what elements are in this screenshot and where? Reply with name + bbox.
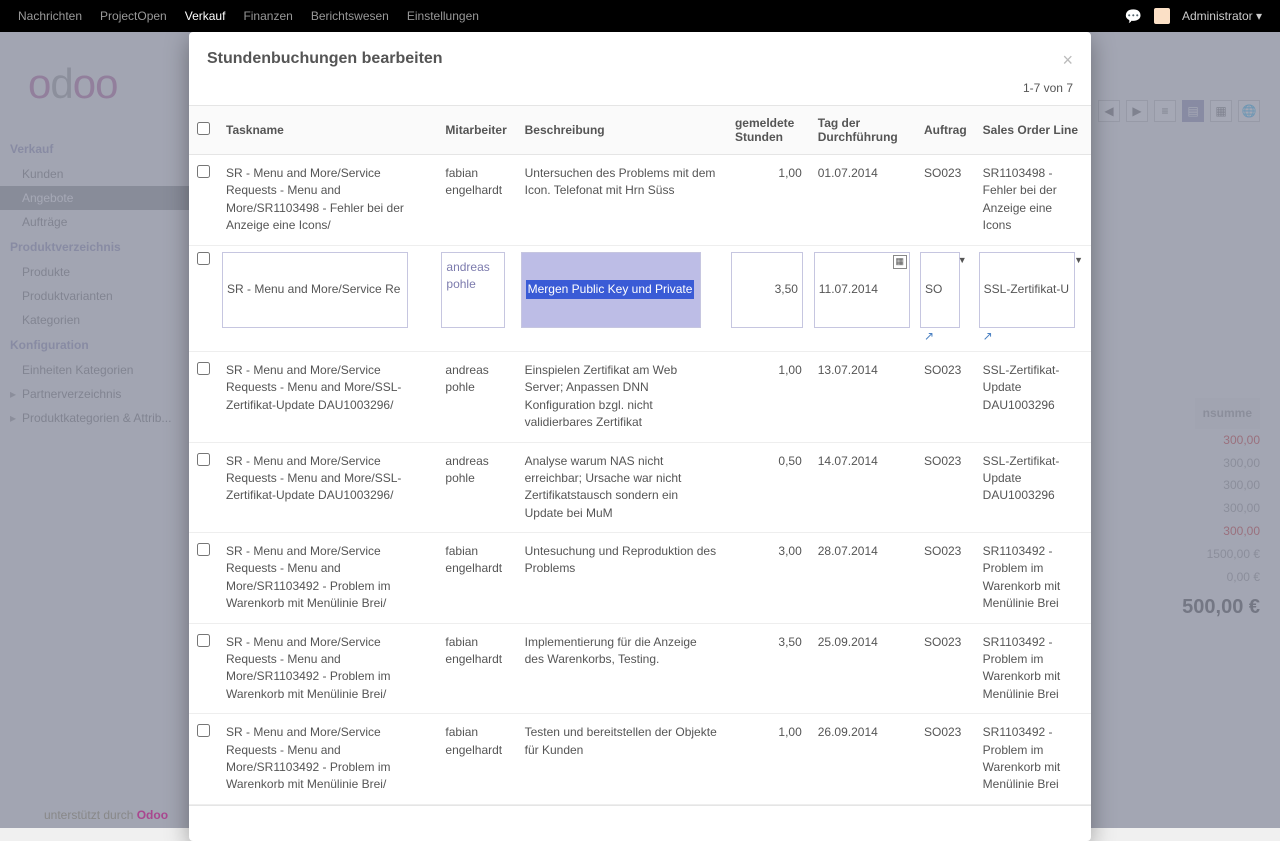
row-checkbox[interactable]: [197, 543, 210, 556]
task-input[interactable]: SR - Menu and More/Service Re: [222, 252, 408, 328]
cell-order-line: SR1103492 - Problem im Warenkorb mit Men…: [975, 714, 1091, 805]
chevron-down-icon[interactable]: ▼: [1074, 254, 1083, 267]
col-taskname[interactable]: Taskname: [218, 106, 437, 155]
header-checkbox[interactable]: [197, 122, 210, 135]
table-row[interactable]: SR - Menu and More/Service Requests - Me…: [189, 714, 1091, 805]
col-mitarbeiter[interactable]: Mitarbeiter: [437, 106, 516, 155]
col-auftrag[interactable]: Auftrag: [916, 106, 975, 155]
nav-verkauf[interactable]: Verkauf: [185, 9, 226, 23]
cell-date: 25.09.2014: [810, 623, 916, 714]
avatar[interactable]: [1154, 8, 1170, 24]
description-input[interactable]: Mergen Public Key und Private: [521, 252, 701, 328]
table-row[interactable]: SR - Menu and More/Service Requests - Me…: [189, 155, 1091, 246]
cell-employee: andreas pohle: [437, 351, 516, 442]
cell-employee: andreas pohle: [437, 442, 516, 533]
page-footer: unterstützt durch Odoo: [0, 802, 212, 828]
order-select[interactable]: SO: [920, 252, 960, 328]
cell-task: SR - Menu and More/Service Requests - Me…: [218, 442, 437, 533]
cell-order: SO023: [916, 714, 975, 805]
col-stunden[interactable]: gemeldete Stunden: [727, 106, 810, 155]
cell-hours: 1,00: [727, 351, 810, 442]
cell-hours: 1,00: [727, 714, 810, 805]
external-link-icon[interactable]: ↗: [920, 329, 934, 343]
timesheet-table: Taskname Mitarbeiter Beschreibung gemeld…: [189, 105, 1091, 805]
table-row[interactable]: SR - Menu and More/Service Requests - Me…: [189, 533, 1091, 624]
cell-date: 14.07.2014: [810, 442, 916, 533]
cell-description: Analyse warum NAS nicht erreichbar; Ursa…: [517, 442, 727, 533]
conversation-icon[interactable]: 💬: [1125, 8, 1142, 25]
modal-dialog: Stundenbuchungen bearbeiten × 1-7 von 7 …: [189, 32, 1091, 841]
cell-task: SR - Menu and More/Service Requests - Me…: [218, 155, 437, 246]
cell-order: SO023: [916, 442, 975, 533]
cell-date: 28.07.2014: [810, 533, 916, 624]
cell-description: Untesuchung und Reproduktion des Problem…: [517, 533, 727, 624]
cell-hours: 1,00: [727, 155, 810, 246]
user-menu[interactable]: Administrator ▾: [1182, 9, 1262, 23]
nav-links: Nachrichten ProjectOpen Verkauf Finanzen…: [18, 9, 479, 23]
cell-hours: 0,50: [727, 442, 810, 533]
row-checkbox[interactable]: [197, 252, 210, 265]
cell-employee: fabian engelhardt: [437, 714, 516, 805]
cell-description: Implementierung für die Anzeige des Ware…: [517, 623, 727, 714]
cell-hours: 3,00: [727, 533, 810, 624]
cell-description: Untersuchen des Problems mit dem Icon. T…: [517, 155, 727, 246]
external-link-icon[interactable]: ↗: [979, 329, 993, 343]
cell-order-line: SR1103498 - Fehler bei der Anzeige eine …: [975, 155, 1091, 246]
table-row[interactable]: SR - Menu and More/Service Requests - Me…: [189, 442, 1091, 533]
chevron-down-icon[interactable]: ▼: [958, 254, 967, 267]
row-checkbox[interactable]: [197, 165, 210, 178]
nav-nachrichten[interactable]: Nachrichten: [18, 9, 82, 23]
col-beschreibung[interactable]: Beschreibung: [517, 106, 727, 155]
cell-order: SO023: [916, 533, 975, 624]
cell-task: SR - Menu and More/Service Requests - Me…: [218, 351, 437, 442]
calendar-icon[interactable]: ▦: [893, 255, 907, 269]
modal-backdrop: Stundenbuchungen bearbeiten × 1-7 von 7 …: [0, 32, 1280, 828]
row-checkbox[interactable]: [197, 724, 210, 737]
cell-date: 13.07.2014: [810, 351, 916, 442]
cell-order: SO023: [916, 155, 975, 246]
table-row[interactable]: SR - Menu and More/Service Requests - Me…: [189, 623, 1091, 714]
cell-date: 01.07.2014: [810, 155, 916, 246]
row-checkbox[interactable]: [197, 634, 210, 647]
modal-title: Stundenbuchungen bearbeiten: [207, 50, 443, 68]
employee-input[interactable]: andreas pohle: [441, 252, 505, 328]
cell-order-line: SR1103492 - Problem im Warenkorb mit Men…: [975, 533, 1091, 624]
modal-pager: 1-7 von 7: [189, 81, 1091, 105]
nav-finanzen[interactable]: Finanzen: [243, 9, 292, 23]
cell-date: 26.09.2014: [810, 714, 916, 805]
modal-close-icon[interactable]: ×: [1062, 50, 1073, 71]
navbar: Nachrichten ProjectOpen Verkauf Finanzen…: [0, 0, 1280, 32]
cell-employee: fabian engelhardt: [437, 623, 516, 714]
order-line-select[interactable]: SSL-Zertifikat-U: [979, 252, 1075, 328]
cell-task: SR - Menu and More/Service Requests - Me…: [218, 623, 437, 714]
cell-description: Testen und bereitstellen der Objekte für…: [517, 714, 727, 805]
cell-order-line: SSL-Zertifikat-Update DAU1003296: [975, 442, 1091, 533]
cell-order: SO023: [916, 623, 975, 714]
navbar-user-area: 💬 Administrator ▾: [1125, 8, 1262, 25]
cell-employee: fabian engelhardt: [437, 533, 516, 624]
footer-brand[interactable]: Odoo: [137, 808, 168, 822]
col-sol[interactable]: Sales Order Line: [975, 106, 1091, 155]
table-row[interactable]: SR - Menu and More/Service Re andreas poh…: [189, 245, 1091, 351]
cell-order-line: SSL-Zertifikat-Update DAU1003296: [975, 351, 1091, 442]
modal-footer: [189, 805, 1091, 841]
cell-order: SO023: [916, 351, 975, 442]
cell-hours: 3,50: [727, 623, 810, 714]
cell-employee: fabian engelhardt: [437, 155, 516, 246]
cell-task: SR - Menu and More/Service Requests - Me…: [218, 533, 437, 624]
row-checkbox[interactable]: [197, 362, 210, 375]
table-row[interactable]: SR - Menu and More/Service Requests - Me…: [189, 351, 1091, 442]
cell-order-line: SR1103492 - Problem im Warenkorb mit Men…: [975, 623, 1091, 714]
cell-task: SR - Menu and More/Service Requests - Me…: [218, 714, 437, 805]
cell-description: Einspielen Zertifikat am Web Server; Anp…: [517, 351, 727, 442]
col-datum[interactable]: Tag der Durchführung: [810, 106, 916, 155]
nav-berichtswesen[interactable]: Berichtswesen: [311, 9, 389, 23]
nav-einstellungen[interactable]: Einstellungen: [407, 9, 479, 23]
nav-projectopen[interactable]: ProjectOpen: [100, 9, 167, 23]
date-input[interactable]: 11.07.2014▦: [814, 252, 910, 328]
row-checkbox[interactable]: [197, 453, 210, 466]
hours-input[interactable]: 3,50: [731, 252, 803, 328]
